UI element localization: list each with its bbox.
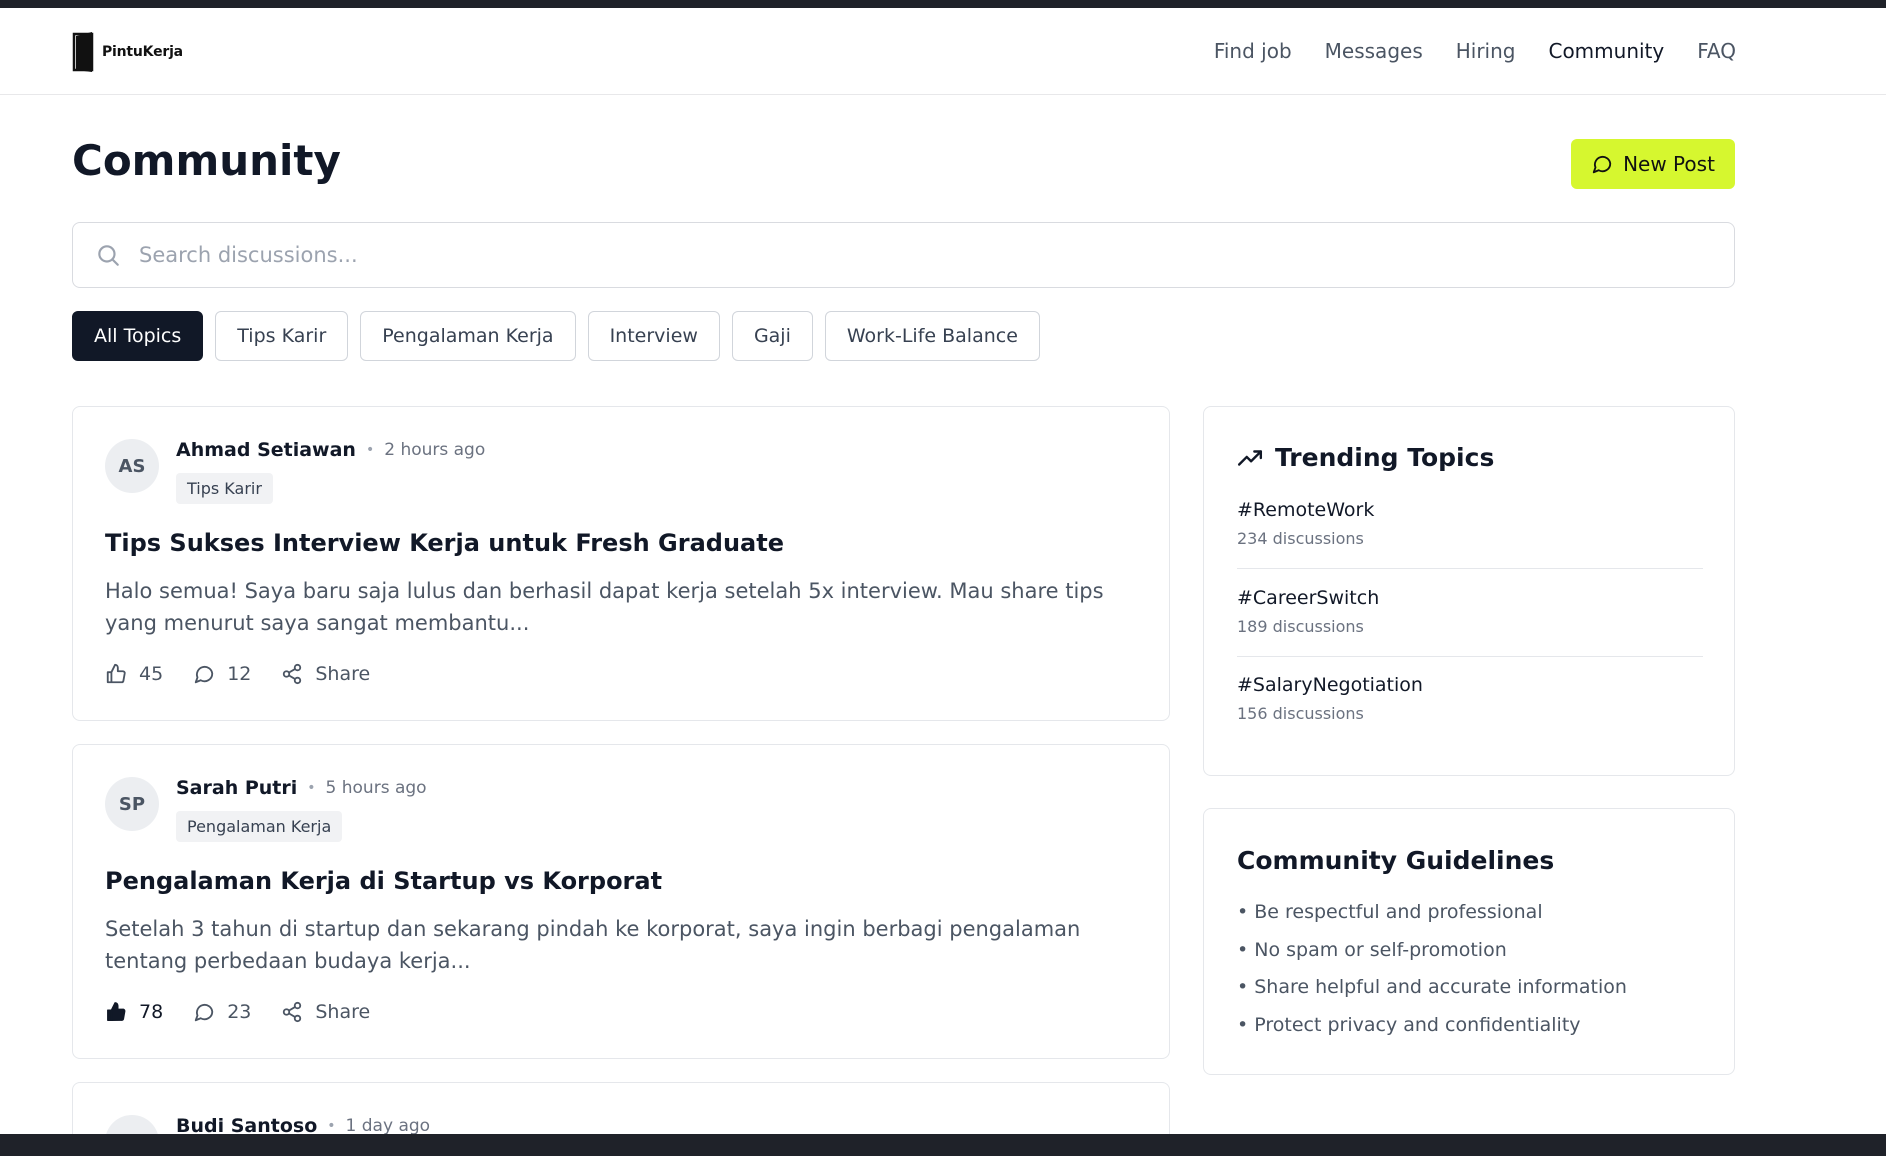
filter-pengalaman-kerja[interactable]: Pengalaman Kerja xyxy=(360,311,576,361)
filter-interview[interactable]: Interview xyxy=(587,311,720,361)
post-actions: 78 23 Share xyxy=(105,1001,370,1023)
page-title: Community xyxy=(72,136,341,185)
nav-find-job[interactable]: Find job xyxy=(1214,39,1292,63)
topic-count: 234 discussions xyxy=(1237,529,1364,548)
filter-work-life-balance[interactable]: Work-Life Balance xyxy=(824,311,1040,361)
topic-count: 156 discussions xyxy=(1237,704,1364,723)
brand-name: PintuKerja xyxy=(102,44,183,60)
guideline-item: • Share helpful and accurate information xyxy=(1237,976,1627,998)
comment-count: 23 xyxy=(227,1001,252,1023)
filter-all-topics[interactable]: All Topics xyxy=(72,311,204,361)
nav-messages[interactable]: Messages xyxy=(1325,39,1423,63)
post-author[interactable]: Ahmad Setiawan xyxy=(176,439,356,461)
post-actions: 45 12 Share xyxy=(105,663,370,685)
post-meta: Ahmad Setiawan • 2 hours ago xyxy=(176,439,485,461)
thumbs-up-icon xyxy=(106,663,126,684)
search-input[interactable] xyxy=(139,243,1639,267)
message-circle-icon xyxy=(1592,155,1612,174)
avatar[interactable]: AS xyxy=(105,439,159,493)
like-count: 78 xyxy=(139,1001,164,1023)
separator-dot: • xyxy=(327,1118,336,1134)
share-icon xyxy=(283,1001,302,1023)
post-card[interactable]: SP Sarah Putri • 5 hours ago Pengalaman … xyxy=(72,744,1170,1059)
like-count: 45 xyxy=(139,663,164,685)
trending-topic[interactable]: #SalaryNegotiation 156 discussions xyxy=(1237,674,1703,723)
guideline-item: • No spam or self-promotion xyxy=(1237,939,1507,961)
topic-name: #CareerSwitch xyxy=(1237,587,1380,609)
post-tag[interactable]: Pengalaman Kerja xyxy=(176,811,343,842)
comment-button[interactable]: 12 xyxy=(193,663,251,685)
main-nav: Find job Messages Hiring Community FAQ xyxy=(1214,39,1736,63)
trending-topic[interactable]: #CareerSwitch 189 discussions xyxy=(1237,587,1703,636)
comment-icon xyxy=(195,665,214,684)
search-bar xyxy=(72,222,1735,288)
trending-topic[interactable]: #RemoteWork 234 discussions xyxy=(1237,499,1703,548)
share-label: Share xyxy=(315,1001,371,1023)
share-button[interactable]: Share xyxy=(281,1001,370,1023)
post-time: 1 day ago xyxy=(345,1116,431,1136)
topic-name: #SalaryNegotiation xyxy=(1237,674,1423,696)
topic-name: #RemoteWork xyxy=(1237,499,1375,521)
trending-title-text: Trending Topics xyxy=(1275,443,1495,472)
trending-title: Trending Topics xyxy=(1237,443,1494,472)
nav-community[interactable]: Community xyxy=(1548,39,1664,63)
community-guidelines-panel: Community Guidelines • Be respectful and… xyxy=(1203,808,1735,1075)
new-post-label: New Post xyxy=(1623,152,1715,176)
divider xyxy=(1237,568,1703,569)
site-header: PintuKerja Find job Messages Hiring Comm… xyxy=(0,8,1886,95)
filter-gaji[interactable]: Gaji xyxy=(731,311,813,361)
divider xyxy=(1237,656,1703,657)
door-logo-icon xyxy=(72,32,94,72)
separator-dot: • xyxy=(365,442,375,458)
post-excerpt: Halo semua! Saya baru saja lulus dan ber… xyxy=(105,579,1104,635)
filter-tips-karir[interactable]: Tips Karir xyxy=(215,311,349,361)
share-icon xyxy=(283,663,302,685)
guideline-item: • Protect privacy and confidentiality xyxy=(1237,1014,1581,1036)
post-tag[interactable]: Tips Karir xyxy=(176,473,273,504)
post-meta: Sarah Putri • 5 hours ago xyxy=(176,777,427,799)
post-time: 2 hours ago xyxy=(384,440,486,460)
separator-dot: • xyxy=(307,780,316,796)
post-title[interactable]: Pengalaman Kerja di Startup vs Korporat xyxy=(105,867,662,895)
nav-faq[interactable]: FAQ xyxy=(1697,39,1736,63)
post-time: 5 hours ago xyxy=(325,778,427,798)
topic-count: 189 discussions xyxy=(1237,617,1364,636)
like-button[interactable]: 78 xyxy=(105,1001,163,1023)
taskbar xyxy=(0,1134,1886,1156)
topic-filters: All Topics Tips Karir Pengalaman Kerja I… xyxy=(72,311,1040,361)
trending-topics-panel: Trending Topics #RemoteWork 234 discussi… xyxy=(1203,406,1735,776)
comment-icon xyxy=(195,1003,214,1022)
guideline-item: • Be respectful and professional xyxy=(1237,901,1543,923)
like-button[interactable]: 45 xyxy=(105,663,163,685)
window-top-bar xyxy=(0,0,1886,8)
thumbs-up-filled-icon xyxy=(107,1002,126,1021)
share-button[interactable]: Share xyxy=(281,663,370,685)
avatar[interactable]: SP xyxy=(105,777,159,831)
comment-button[interactable]: 23 xyxy=(193,1001,251,1023)
guidelines-title: Community Guidelines xyxy=(1237,846,1555,875)
search-icon xyxy=(98,245,119,266)
post-author[interactable]: Sarah Putri xyxy=(176,777,297,799)
nav-hiring[interactable]: Hiring xyxy=(1456,39,1516,63)
new-post-button[interactable]: New Post xyxy=(1571,139,1735,189)
comment-count: 12 xyxy=(227,663,252,685)
share-label: Share xyxy=(315,663,371,685)
post-card[interactable]: Budi Santoso • 1 day ago xyxy=(72,1082,1170,1142)
trending-up-icon xyxy=(1237,449,1263,466)
post-excerpt: Setelah 3 tahun di startup dan sekarang … xyxy=(105,917,1081,973)
post-title[interactable]: Tips Sukses Interview Kerja untuk Fresh … xyxy=(105,529,784,557)
brand-logo[interactable]: PintuKerja xyxy=(72,30,183,74)
post-card[interactable]: AS Ahmad Setiawan • 2 hours ago Tips Kar… xyxy=(72,406,1170,721)
